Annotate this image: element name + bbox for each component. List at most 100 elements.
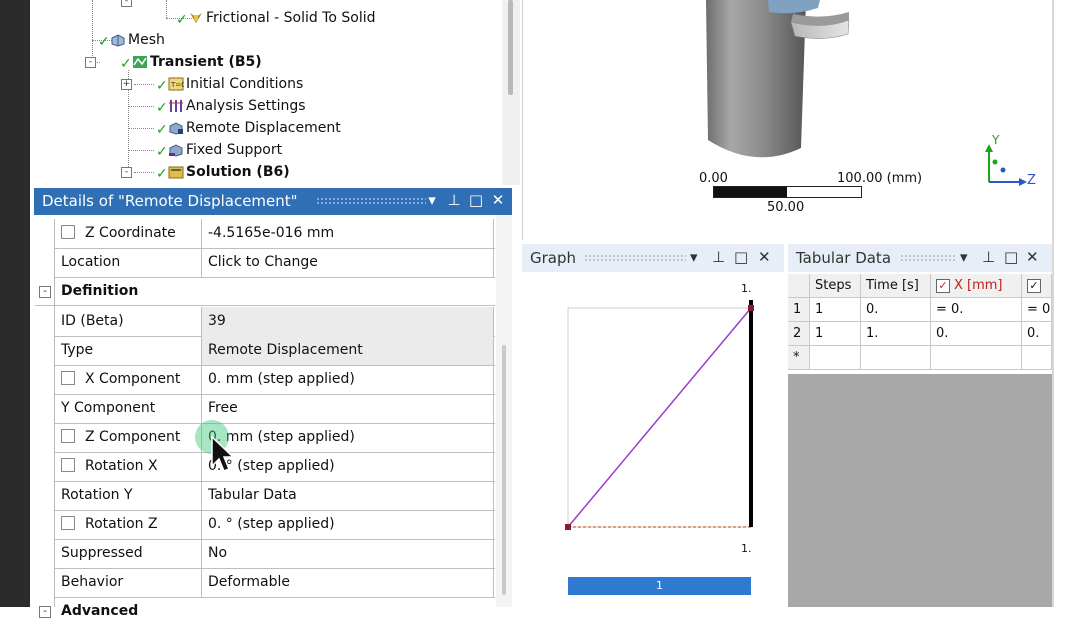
graph-x-max-label: 1. <box>741 542 752 555</box>
axis-y-label: Y <box>992 133 1000 147</box>
scale-label-mid: 50.00 <box>767 200 805 215</box>
scale-label-end: 100.00 (mm) <box>837 171 923 186</box>
pin-icon[interactable]: ⊥ <box>445 191 463 211</box>
details-grid: Z Coordinate -4.5165e-016 mm Location Cl… <box>35 219 495 619</box>
details-row-x-component[interactable]: X Component 0. mm (step applied) <box>55 365 495 395</box>
tree-scroll-thumb[interactable] <box>508 0 513 95</box>
table-cell[interactable]: 1. <box>861 322 931 346</box>
scale-bar <box>713 186 862 198</box>
collapse-icon[interactable]: - <box>39 606 51 618</box>
solution-icon <box>168 166 184 179</box>
check-icon: ✓ <box>156 166 168 182</box>
close-icon[interactable]: ✕ <box>758 248 771 266</box>
left-dark-strip <box>0 0 30 607</box>
drag-grip[interactable] <box>584 254 686 262</box>
axis-triad-icon <box>985 144 1027 186</box>
details-section-definition[interactable]: - Definition <box>35 277 495 306</box>
table-corner <box>788 274 810 298</box>
details-row-suppressed[interactable]: Suppressed No <box>55 539 495 569</box>
axis-z-label: Z <box>1027 173 1036 188</box>
dropdown-icon[interactable]: ▾ <box>423 191 441 211</box>
details-row-id: ID (Beta) 39 <box>55 307 495 337</box>
graph-panel-title: Graph <box>530 249 577 267</box>
maximize-icon[interactable]: □ <box>467 191 485 211</box>
parameter-checkbox[interactable] <box>61 458 75 472</box>
details-row-rotation-z[interactable]: Rotation Z 0. ° (step applied) <box>55 510 495 540</box>
details-row-z-coordinate[interactable]: Z Coordinate -4.5165e-016 mm <box>55 219 495 249</box>
graph-panel-header: Graph ▾ ⊥ □ ✕ <box>522 244 784 273</box>
check-icon: ✓ <box>156 78 168 94</box>
parameter-checkbox[interactable] <box>61 429 75 443</box>
details-row-location[interactable]: Location Click to Change <box>55 248 495 278</box>
table-cell[interactable] <box>810 346 861 370</box>
3d-viewport[interactable]: 0.00 100.00 (mm) 50.00 Y Z <box>522 0 1053 240</box>
details-scroll-thumb[interactable] <box>502 345 506 595</box>
transient-analysis-icon <box>133 56 147 68</box>
table-cell[interactable] <box>861 346 931 370</box>
parameter-checkbox[interactable] <box>61 516 75 530</box>
table-header-extra[interactable]: ✓ <box>1022 274 1052 298</box>
table-cell[interactable]: 1 <box>810 298 861 322</box>
table-cell[interactable]: 0. <box>1022 322 1052 346</box>
graph-plot <box>565 300 754 530</box>
dropdown-icon[interactable]: ▾ <box>960 248 968 266</box>
tree-scrollbar[interactable] <box>502 0 520 185</box>
details-section-advanced[interactable]: - Advanced <box>35 597 495 626</box>
table-cell[interactable]: 1 <box>810 322 861 346</box>
table-cell[interactable] <box>931 346 1022 370</box>
table-cell[interactable]: = 0. <box>931 298 1022 322</box>
table-cell[interactable]: 0. <box>861 298 931 322</box>
pin-icon[interactable]: ⊥ <box>712 248 725 266</box>
close-icon[interactable]: ✕ <box>489 191 507 211</box>
table-header-steps: Steps <box>810 274 861 298</box>
drag-grip[interactable] <box>900 254 956 262</box>
details-row-y-component[interactable]: Y Component Free <box>55 394 495 424</box>
table-cell[interactable] <box>1022 346 1052 370</box>
details-panel-title: Details of "Remote Displacement" <box>42 192 298 210</box>
check-icon: ✓ <box>98 34 110 50</box>
collapse-icon[interactable]: - <box>39 286 51 298</box>
table-row-number: 1 <box>788 298 810 322</box>
dropdown-icon[interactable]: ▾ <box>690 248 698 266</box>
step-bar[interactable]: 1 <box>568 577 751 595</box>
close-icon[interactable]: ✕ <box>1026 248 1039 266</box>
graph-y-max-label: 1. <box>741 282 752 295</box>
details-row-rotation-x[interactable]: Rotation X 0. ° (step applied) <box>55 452 495 482</box>
initial-conditions-icon: T=0 <box>168 77 184 91</box>
maximize-icon[interactable]: □ <box>734 248 748 266</box>
details-row-behavior[interactable]: Behavior Deformable <box>55 568 495 598</box>
tabular-panel-header: Tabular Data ▾ ⊥ □ ✕ <box>788 244 1052 273</box>
mouse-pointer-icon <box>211 436 234 472</box>
details-row-z-component[interactable]: Z Component 0. mm (step applied) <box>55 423 495 453</box>
mesh-icon <box>111 34 125 47</box>
fixed-support-icon <box>169 144 183 157</box>
check-icon: ✓ <box>156 144 168 160</box>
check-icon: ✓ <box>156 100 168 116</box>
graph-data-point <box>565 524 571 530</box>
drag-grip[interactable] <box>316 197 426 205</box>
project-tree: - - + - ✓ Frictional - Solid To Solid ✓ … <box>30 0 520 185</box>
svg-text:T=0: T=0 <box>170 81 184 89</box>
tabular-panel-title: Tabular Data <box>796 249 892 267</box>
graph-area[interactable]: 1. 1. 1 <box>522 272 784 607</box>
details-panel-header: Details of "Remote Displacement" ▾ ⊥ □ ✕ <box>34 188 512 215</box>
column-checkbox-icon[interactable]: ✓ <box>936 278 950 293</box>
details-panel: Z Coordinate -4.5165e-016 mm Location Cl… <box>34 215 512 619</box>
table-cell[interactable]: = 0 <box>1022 298 1052 322</box>
tabular-data-area: Steps Time [s] ✓ X [mm] ✓ 1 1 0. = 0. = 0… <box>788 272 1052 607</box>
table-header-x[interactable]: ✓ X [mm] <box>931 274 1022 298</box>
graph-data-point <box>748 305 754 311</box>
details-scrollbar[interactable] <box>496 215 512 607</box>
details-row-rotation-y[interactable]: Rotation Y Tabular Data <box>55 481 495 511</box>
parameter-checkbox[interactable] <box>61 225 75 239</box>
maximize-icon[interactable]: □ <box>1004 248 1018 266</box>
table-header-time: Time [s] <box>861 274 931 298</box>
table-cell[interactable]: 0. <box>931 322 1022 346</box>
remote-displacement-icon <box>169 122 183 135</box>
analysis-settings-icon <box>169 100 183 112</box>
contact-region-icon <box>190 13 202 23</box>
pin-icon[interactable]: ⊥ <box>982 248 995 266</box>
parameter-checkbox[interactable] <box>61 371 75 385</box>
check-icon: ✓ <box>156 122 168 138</box>
column-checkbox-icon[interactable]: ✓ <box>1027 278 1041 293</box>
